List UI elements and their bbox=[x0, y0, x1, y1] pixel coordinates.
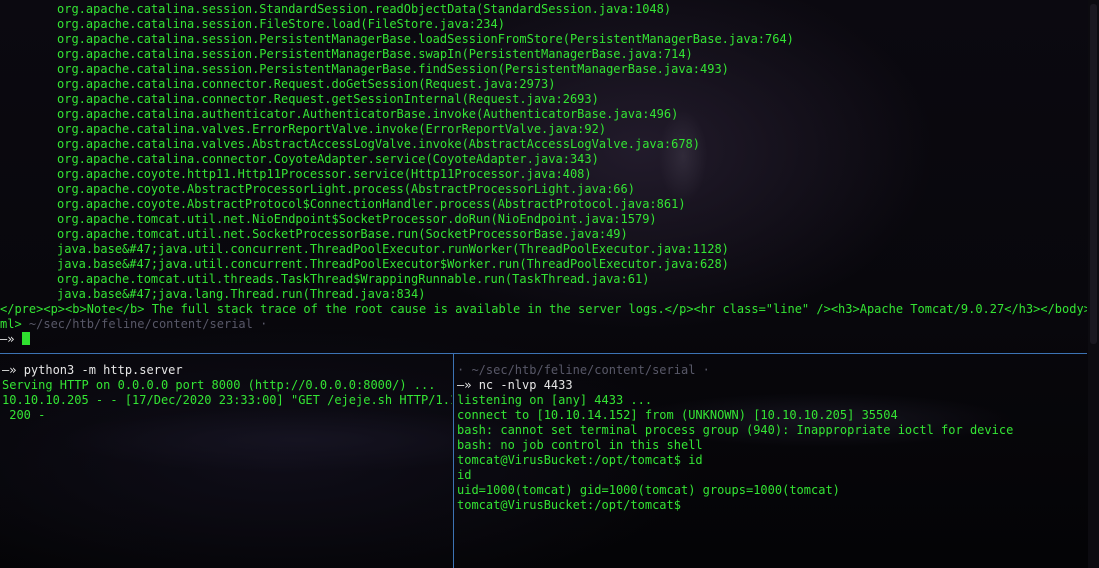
terminal-pane-bottom-left[interactable]: —» python3 -m http.server Serving HTTP o… bbox=[0, 355, 452, 568]
scrollbar-thumb[interactable] bbox=[1090, 4, 1097, 344]
output-line: 200 - bbox=[2, 408, 46, 422]
prompt-arrow: —» bbox=[0, 332, 22, 346]
stack-trace-line: org.apache.coyote.http11.Http11Processor… bbox=[57, 167, 592, 181]
output-line: tomcat@VirusBucket:/opt/tomcat$ id bbox=[457, 453, 703, 467]
stack-trace-line: org.apache.catalina.connector.Request.ge… bbox=[57, 92, 599, 106]
terminal-pane-bottom-right[interactable]: · ~/sec/htb/feline/content/serial · —» n… bbox=[455, 355, 1087, 568]
stack-trace: org.apache.catalina.session.StandardSess… bbox=[0, 2, 1087, 302]
stack-trace-line: org.apache.catalina.connector.CoyoteAdap… bbox=[57, 152, 599, 166]
stack-trace-line: java.base&#47;java.util.concurrent.Threa… bbox=[57, 242, 729, 256]
terminal-window: org.apache.catalina.session.StandardSess… bbox=[0, 0, 1099, 568]
output-line: 10.10.10.205 - - [17/Dec/2020 23:33:00] … bbox=[2, 393, 452, 407]
stack-trace-line: org.apache.catalina.session.StandardSess… bbox=[57, 2, 672, 16]
cursor-block bbox=[21, 332, 30, 345]
stack-trace-line: org.apache.catalina.valves.AbstractAcces… bbox=[57, 137, 700, 151]
stack-trace-line: org.apache.tomcat.util.net.NioEndpoint$S… bbox=[57, 212, 657, 226]
prompt-arrow: —» bbox=[457, 378, 479, 392]
stack-trace-line: org.apache.catalina.valves.ErrorReportVa… bbox=[57, 122, 607, 136]
prompt-directory: ~/sec/htb/feline/content/serial · bbox=[21, 317, 268, 331]
prompt-arrow: —» bbox=[2, 363, 24, 377]
output-line: Serving HTTP on 0.0.0.0 port 8000 (http:… bbox=[2, 378, 436, 392]
stack-trace-line: org.apache.tomcat.util.threads.TaskThrea… bbox=[57, 272, 650, 286]
stack-trace-line: org.apache.catalina.session.PersistentMa… bbox=[57, 47, 693, 61]
html-tail-end: ml> bbox=[0, 317, 22, 331]
terminal-pane-top[interactable]: org.apache.catalina.session.StandardSess… bbox=[0, 0, 1087, 352]
scrollbar[interactable] bbox=[1088, 0, 1099, 568]
stack-trace-line: org.apache.coyote.AbstractProtocol$Conne… bbox=[57, 197, 686, 211]
command-text: nc -nlvp 4433 bbox=[478, 378, 573, 392]
stack-trace-line: org.apache.catalina.session.PersistentMa… bbox=[57, 32, 794, 46]
output-line: connect to [10.10.14.152] from (UNKNOWN)… bbox=[457, 408, 898, 422]
stack-trace-line: org.apache.coyote.AbstractProcessorLight… bbox=[57, 182, 635, 196]
prompt-directory: · ~/sec/htb/feline/content/serial · bbox=[457, 363, 710, 377]
output-line: bash: no job control in this shell bbox=[457, 438, 703, 452]
pane-divider-vertical[interactable] bbox=[453, 354, 454, 568]
output-line: listening on [any] 4433 ... bbox=[457, 393, 653, 407]
html-tail-line: </pre><p><b>Note</b> The full stack trac… bbox=[0, 302, 1087, 316]
stack-trace-line: org.apache.tomcat.util.net.SocketProcess… bbox=[57, 227, 628, 241]
output-line: uid=1000(tomcat) gid=1000(tomcat) groups… bbox=[457, 483, 840, 497]
stack-trace-line: org.apache.catalina.authenticator.Authen… bbox=[57, 107, 679, 121]
command-line: —» python3 -m http.server bbox=[0, 363, 452, 378]
stack-trace-line: org.apache.catalina.session.PersistentMa… bbox=[57, 62, 729, 76]
command-line: —» nc -nlvp 4433 bbox=[455, 378, 1087, 393]
stack-trace-line: org.apache.catalina.session.FileStore.lo… bbox=[57, 17, 505, 31]
stack-trace-line: java.base&#47;java.util.concurrent.Threa… bbox=[57, 257, 729, 271]
command-text: python3 -m http.server bbox=[23, 363, 183, 377]
stack-trace-line: org.apache.catalina.connector.Request.do… bbox=[57, 77, 556, 91]
html-tail-prompt-line: ml> ~/sec/htb/feline/content/serial · bbox=[0, 317, 1087, 332]
pane-divider-horizontal[interactable] bbox=[0, 353, 1087, 354]
output-line: bash: cannot set terminal process group … bbox=[457, 423, 1014, 437]
stack-trace-line: java.base&#47;java.lang.Thread.run(Threa… bbox=[57, 287, 426, 301]
prompt-line[interactable]: —» bbox=[0, 332, 1087, 347]
output-line: id bbox=[457, 468, 472, 482]
output-line: tomcat@VirusBucket:/opt/tomcat$ bbox=[457, 498, 681, 512]
